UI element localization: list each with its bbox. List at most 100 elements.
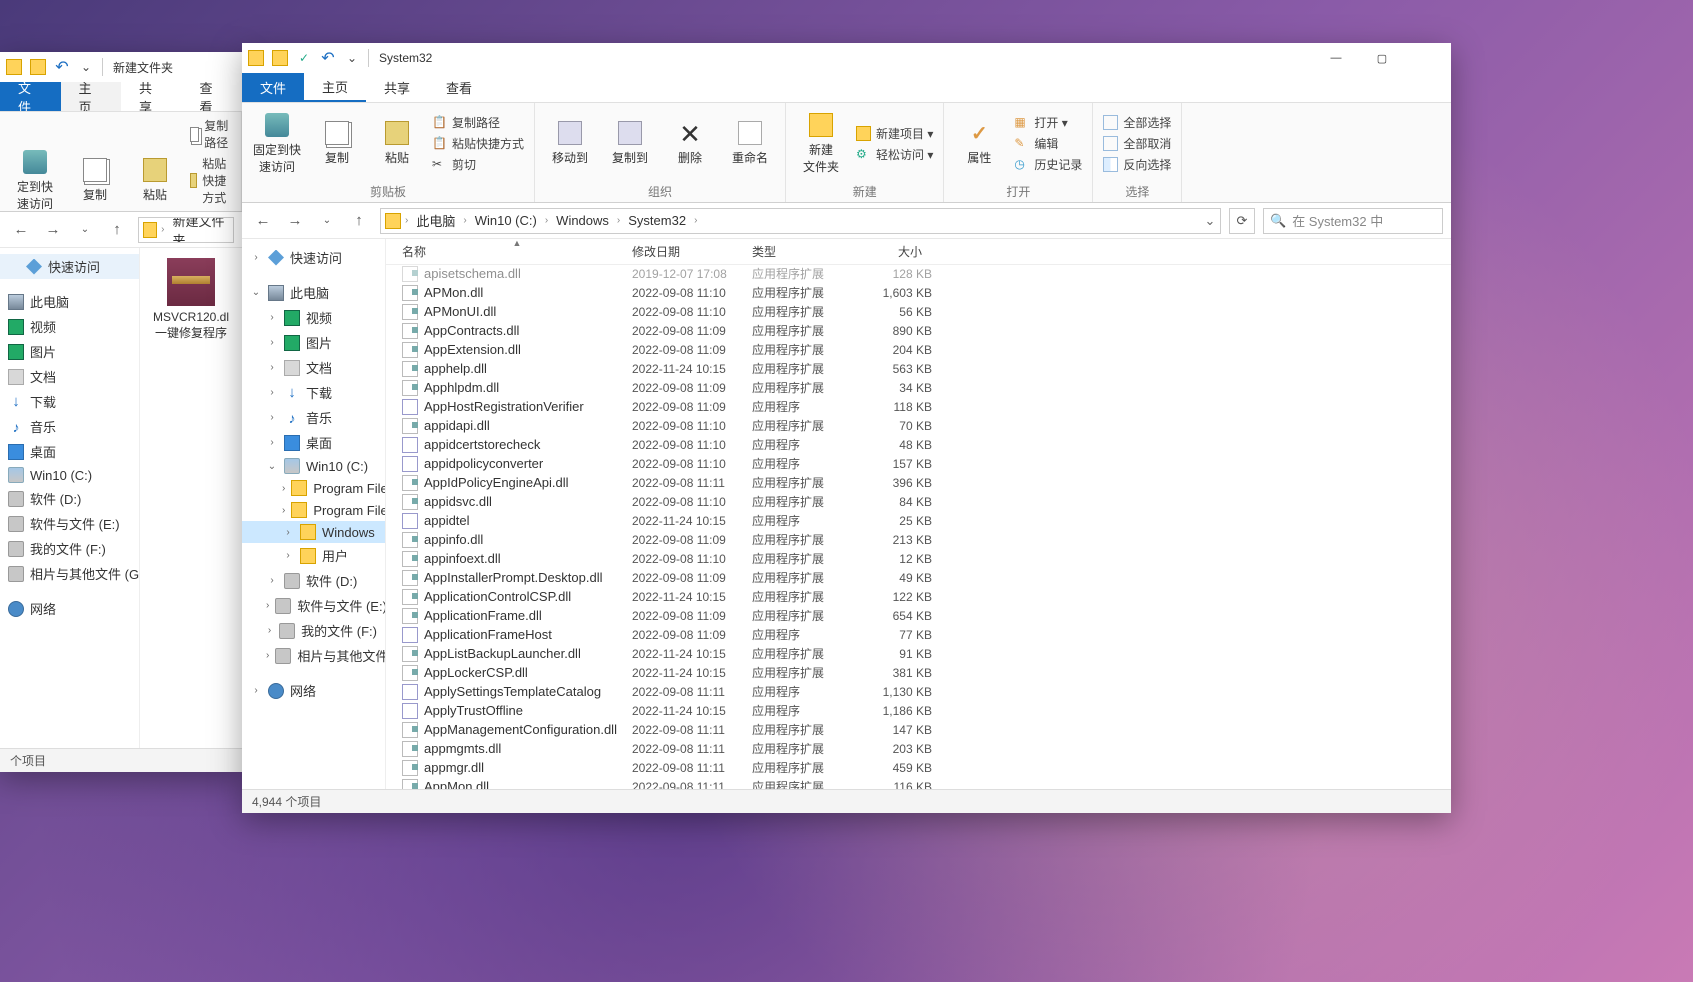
tree-videos[interactable]: ›视频 [242, 305, 385, 330]
up-button[interactable]: ↑ [346, 208, 372, 234]
maximize-button[interactable]: ▢ [1359, 43, 1405, 73]
table-row[interactable]: AppExtension.dll2022-09-08 11:09应用程序扩展20… [386, 340, 1451, 359]
new-folder-button[interactable]: 新建 文件夹 [796, 113, 846, 175]
properties-button[interactable]: ✓属性 [954, 121, 1004, 166]
delete-button[interactable]: ✕删除 [665, 121, 715, 166]
table-row[interactable]: appidcertstorecheck2022-09-08 11:10应用程序4… [386, 435, 1451, 454]
tab-file[interactable]: 文件 [242, 73, 304, 102]
table-row[interactable]: apisetschema.dll2019-12-07 17:08应用程序扩展12… [386, 265, 1451, 283]
column-size[interactable]: 大小 [857, 243, 932, 260]
select-none-button[interactable]: 全部取消 [1103, 135, 1171, 152]
tree-desktop[interactable]: ›桌面 [242, 430, 385, 455]
tab-home[interactable]: 主页 [304, 73, 366, 102]
table-row[interactable]: apphelp.dll2022-11-24 10:15应用程序扩展563 KB [386, 359, 1451, 378]
tree-drive-e[interactable]: ›软件与文件 (E:) [242, 593, 385, 618]
rename-button[interactable]: 重命名 [725, 121, 775, 166]
breadcrumb-this-pc[interactable]: 此电脑 [412, 211, 459, 230]
column-date[interactable]: 修改日期 [632, 243, 752, 260]
tree-drive-g[interactable]: ›相片与其他文件 (G: [242, 643, 385, 668]
tree-drive-f[interactable]: ›我的文件 (F:) [242, 618, 385, 643]
chevron-right-icon[interactable]: › [541, 215, 552, 226]
table-row[interactable]: ApplicationFrame.dll2022-09-08 11:09应用程序… [386, 606, 1451, 625]
chevron-right-icon[interactable]: › [459, 215, 470, 226]
tree-music[interactable]: ›♪音乐 [242, 405, 385, 430]
back-button[interactable]: ← [250, 208, 276, 234]
qat-dropdown-icon[interactable]: ⌄ [342, 48, 362, 68]
tree-desktop[interactable]: 桌面 [0, 439, 139, 464]
undo-icon[interactable]: ↶ [318, 48, 338, 68]
up-button[interactable]: ↑ [104, 217, 130, 243]
table-row[interactable]: AppManagementConfiguration.dll2022-09-08… [386, 720, 1451, 739]
close-button[interactable] [1405, 43, 1451, 73]
tree-drive-c[interactable]: Win10 (C:) [0, 464, 139, 486]
table-row[interactable]: ApplyTrustOffline2022-11-24 10:15应用程序1,1… [386, 701, 1451, 720]
tree-users[interactable]: ›用户 [242, 543, 385, 568]
qat-dropdown-icon[interactable]: ⌄ [76, 57, 96, 77]
edit-button[interactable]: ✎编辑 [1014, 135, 1082, 152]
chevron-right-icon[interactable]: › [613, 215, 624, 226]
table-row[interactable]: ApplySettingsTemplateCatalog2022-09-08 1… [386, 682, 1451, 701]
qat-folder-icon[interactable] [270, 48, 290, 68]
table-row[interactable]: appinfoext.dll2022-09-08 11:10应用程序扩展12 K… [386, 549, 1451, 568]
select-all-button[interactable]: 全部选择 [1103, 114, 1171, 131]
tree-drive-d[interactable]: 软件 (D:) [0, 486, 139, 511]
back-button[interactable]: ← [8, 217, 34, 243]
paste-button[interactable]: 粘贴 [372, 121, 422, 166]
copy-to-button[interactable]: 复制到 [605, 121, 655, 166]
table-row[interactable]: AppListBackupLauncher.dll2022-11-24 10:1… [386, 644, 1451, 663]
tab-share[interactable]: 共享 [366, 73, 428, 102]
breadcrumb-windows[interactable]: Windows [552, 213, 613, 228]
tree-program-files-x86[interactable]: ›Program Files (x [242, 499, 385, 521]
tree-quick-access[interactable]: ›快速访问 [242, 245, 385, 270]
tab-share[interactable]: 共享 [121, 82, 182, 111]
table-row[interactable]: AppHostRegistrationVerifier2022-09-08 11… [386, 397, 1451, 416]
tab-view[interactable]: 查看 [182, 82, 243, 111]
copy-path-button[interactable]: 复制路径 [190, 117, 231, 151]
tree-drive-g[interactable]: 相片与其他文件 (G: [0, 561, 139, 586]
table-row[interactable]: AppInstallerPrompt.Desktop.dll2022-09-08… [386, 568, 1451, 587]
refresh-button[interactable]: ⟳ [1229, 208, 1255, 234]
breadcrumb-c[interactable]: Win10 (C:) [471, 213, 541, 228]
copy-path-button[interactable]: 📋复制路径 [432, 114, 524, 131]
paste-shortcut-button[interactable]: 粘贴快捷方式 [190, 155, 231, 206]
chevron-right-icon[interactable]: › [401, 215, 412, 226]
tree-drive-e[interactable]: 软件与文件 (E:) [0, 511, 139, 536]
search-input[interactable]: 🔍 在 System32 中 [1263, 208, 1443, 234]
invert-selection-button[interactable]: 反向选择 [1103, 156, 1171, 173]
table-row[interactable]: appinfo.dll2022-09-08 11:09应用程序扩展213 KB [386, 530, 1451, 549]
address-bar[interactable]: › 新建文件夹 [138, 217, 234, 243]
table-row[interactable]: AppContracts.dll2022-09-08 11:09应用程序扩展89… [386, 321, 1451, 340]
table-row[interactable]: appidsvc.dll2022-09-08 11:10应用程序扩展84 KB [386, 492, 1451, 511]
copy-button[interactable]: 复制 [70, 158, 120, 203]
breadcrumb[interactable]: 新建文件夹 [169, 217, 233, 243]
history-dropdown-button[interactable]: ⌄ [314, 208, 340, 234]
table-row[interactable]: appidapi.dll2022-09-08 11:10应用程序扩展70 KB [386, 416, 1451, 435]
tree-music[interactable]: ♪音乐 [0, 414, 139, 439]
table-row[interactable]: appmgmts.dll2022-09-08 11:11应用程序扩展203 KB [386, 739, 1451, 758]
forward-button[interactable]: → [282, 208, 308, 234]
paste-button[interactable]: 粘贴 [130, 158, 180, 203]
paste-shortcut-button[interactable]: 📋粘贴快捷方式 [432, 135, 524, 152]
forward-button[interactable]: → [40, 217, 66, 243]
cut-button[interactable]: ✂剪切 [432, 156, 524, 173]
file-list[interactable]: apisetschema.dll2019-12-07 17:08应用程序扩展12… [386, 265, 1451, 789]
table-row[interactable]: appidpolicyconverter2022-09-08 11:10应用程序… [386, 454, 1451, 473]
chevron-right-icon[interactable]: › [690, 215, 701, 226]
title-bar[interactable]: ↶ ⌄ 新建文件夹 [0, 52, 242, 82]
tree-network[interactable]: 网络 [0, 596, 139, 621]
table-row[interactable]: APMon.dll2022-09-08 11:10应用程序扩展1,603 KB [386, 283, 1451, 302]
move-to-button[interactable]: 移动到 [545, 121, 595, 166]
tree-drive-f[interactable]: 我的文件 (F:) [0, 536, 139, 561]
tree-documents[interactable]: ›文档 [242, 355, 385, 380]
pin-button[interactable]: 固定到快 速访问 [252, 113, 302, 175]
column-name[interactable]: 名称▲ [402, 243, 632, 260]
tab-file[interactable]: 文件 [0, 82, 61, 111]
tab-home[interactable]: 主页 [61, 82, 122, 111]
table-row[interactable]: ApplicationFrameHost2022-09-08 11:09应用程序… [386, 625, 1451, 644]
tree-windows[interactable]: ›Windows [242, 521, 385, 543]
minimize-button[interactable]: — [1313, 43, 1359, 73]
tree-network[interactable]: ›网络 [242, 678, 385, 703]
table-row[interactable]: appmgr.dll2022-09-08 11:11应用程序扩展459 KB [386, 758, 1451, 777]
tree-this-pc[interactable]: ⌄此电脑 [242, 280, 385, 305]
address-bar[interactable]: › 此电脑 › Win10 (C:) › Windows › System32 … [380, 208, 1221, 234]
